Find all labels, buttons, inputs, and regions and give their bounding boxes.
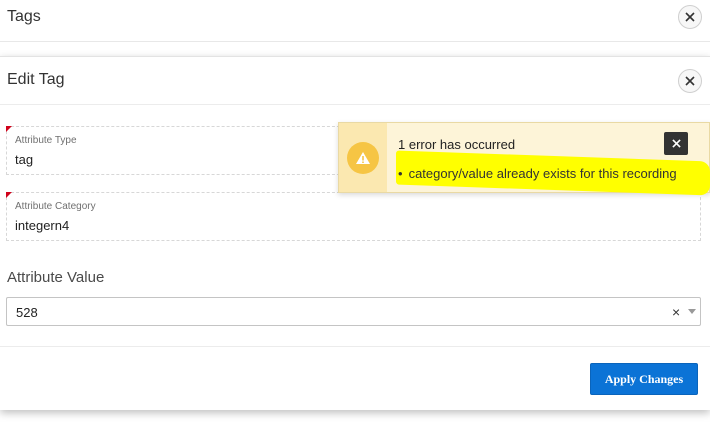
footer-divider <box>0 346 710 347</box>
apply-changes-button[interactable]: Apply Changes <box>590 363 698 395</box>
attribute-value-selected: 528 <box>16 305 38 320</box>
close-icon <box>671 139 681 148</box>
close-icon <box>685 76 695 86</box>
attribute-category-value: integern4 <box>15 218 70 233</box>
attribute-category-field[interactable]: Attribute Category integern4 <box>6 192 701 241</box>
clear-selection-icon[interactable]: × <box>672 304 680 320</box>
tags-close-button[interactable] <box>678 5 702 29</box>
edit-tag-header: Edit Tag <box>0 57 710 105</box>
attribute-type-value: tag <box>15 152 34 167</box>
tags-dialog-title: Tags <box>7 8 41 25</box>
error-message-text: category/value already exists for this r… <box>408 166 677 181</box>
chevron-down-icon[interactable] <box>688 309 696 314</box>
required-marker <box>6 126 12 132</box>
edit-tag-close-button[interactable] <box>678 69 702 93</box>
attribute-type-label: Attribute Type <box>15 135 77 146</box>
required-marker <box>6 192 12 198</box>
error-message-item: • category/value already exists for this … <box>398 166 677 181</box>
close-icon <box>685 12 695 22</box>
error-notification: 1 error has occurred • category/value alr… <box>338 122 710 196</box>
error-dismiss-button[interactable] <box>664 132 688 155</box>
attribute-value-select[interactable]: 528 × <box>6 297 701 326</box>
attribute-value-label: Attribute Value <box>7 269 105 286</box>
warning-icon <box>347 142 379 174</box>
edit-tag-title: Edit Tag <box>7 71 65 88</box>
edit-tag-dialog: Edit Tag Attribute Type tag Attribute Ca… <box>0 56 710 410</box>
error-title: 1 error has occurred <box>398 137 516 152</box>
tags-dialog-header: Tags <box>0 0 710 42</box>
attribute-category-label: Attribute Category <box>15 201 96 212</box>
error-icon-cell <box>339 123 387 192</box>
list-bullet: • <box>398 166 403 181</box>
